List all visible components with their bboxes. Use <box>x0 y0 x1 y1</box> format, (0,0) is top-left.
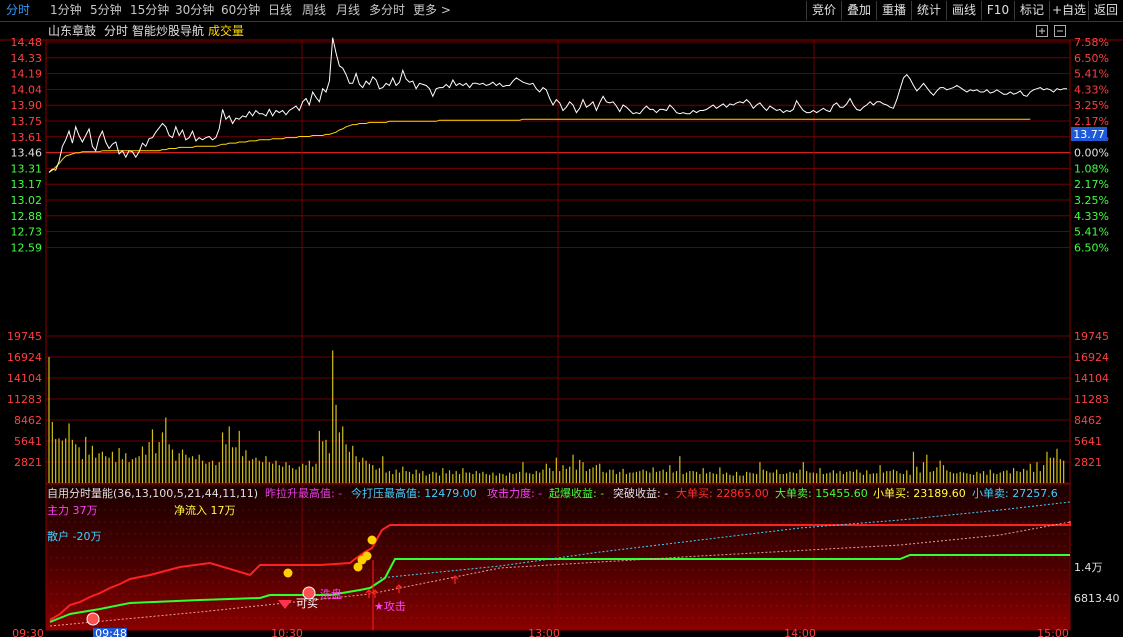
time-tick-label: 10:30 <box>271 627 303 637</box>
time-tick-label: 09:30 <box>12 627 44 637</box>
price-tick-label: 13.17 <box>11 178 43 191</box>
indicator-field: 小单卖: 27257.6 <box>972 487 1058 500</box>
signal-dot <box>362 551 372 561</box>
indicator-field: 突破收益: - <box>613 486 668 500</box>
percent-tick-label: 7.58% <box>1074 36 1109 49</box>
indicator-title: 自用分时量能(36,13,100,5,21,44,11,11) <box>47 486 258 500</box>
indicator-field: 大单买: 22865.00 <box>676 486 769 500</box>
indicator-field: 大单卖: 15455.60 <box>775 486 868 500</box>
price-tick-label: 14.33 <box>11 52 43 65</box>
percent-tick-label: 4.33% <box>1074 210 1109 223</box>
percent-tick-label: 6.50% <box>1074 52 1109 65</box>
signal-dot <box>367 535 377 545</box>
price-tick-label: 13.31 <box>11 162 43 175</box>
volume-tick-label: 2821 <box>14 456 42 469</box>
percent-tick-label: 5.41% <box>1074 226 1109 239</box>
percent-tick-label: 5.41% <box>1074 68 1109 81</box>
price-tick-label: 13.75 <box>11 115 43 128</box>
percent-tick-label: 1.08% <box>1074 162 1109 175</box>
volume-tick-label: 5641 <box>14 435 42 448</box>
indicator-field: 昨拉升最高值: - <box>265 486 342 500</box>
percent-tick-label: 2.17% <box>1074 178 1109 191</box>
percent-tick-label: 3.25% <box>1074 194 1109 207</box>
indicator-field: 小单买: 23189.60 <box>873 487 966 500</box>
intraday-chart: 自用分时量能(36,13,100,5,21,44,11,11) 昨拉升最高值: -… <box>0 36 1123 637</box>
signal-dot <box>283 568 293 578</box>
percent-tick-label: 6.50% <box>1074 241 1109 254</box>
volume-tick-label: 8462 <box>1074 414 1102 427</box>
average-price-line <box>48 118 1031 173</box>
time-tick-label: 15:00 <box>1037 627 1069 637</box>
percent-tick-label: 2.17% <box>1074 115 1109 128</box>
time-tick-label: 14:00 <box>784 627 816 637</box>
price-tick-label: 14.19 <box>11 68 43 81</box>
percent-tick-label: 4.33% <box>1074 83 1109 96</box>
volume-tick-label: 11283 <box>7 393 42 406</box>
price-tick-label: 14.04 <box>11 83 43 96</box>
time-tick-label: 13:00 <box>528 627 560 637</box>
volume-tick-label: 2821 <box>1074 456 1102 469</box>
percent-tick-label: 0.00% <box>1074 147 1109 160</box>
indicator-field: 起爆收益: - <box>549 486 604 500</box>
net-inflow-label: 净流入 17万 <box>174 503 236 517</box>
price-tick-label: 13.02 <box>11 194 43 207</box>
volume-tick-label: 16924 <box>1074 351 1109 364</box>
current-price-label: 13.77 <box>1073 128 1105 141</box>
price-tick-label: 12.59 <box>11 241 43 254</box>
price-tick-label: 13.90 <box>11 99 43 112</box>
buy-ball-icon <box>86 612 100 626</box>
price-tick-label: 13.46 <box>11 147 43 160</box>
time-cursor-label: 09:48 <box>95 627 127 637</box>
volume-tick-label: 16924 <box>7 351 42 364</box>
volume-tick-label: 19745 <box>1074 330 1109 343</box>
volume-tick-label: 5641 <box>1074 435 1102 448</box>
indicator-field: 今打压最高值: 12479.00 <box>351 486 477 500</box>
volume-tick-label: 8462 <box>14 414 42 427</box>
price-tick-label: 14.48 <box>11 36 43 49</box>
price-tick-label: 12.88 <box>11 210 43 223</box>
percent-tick-label: 3.25% <box>1074 99 1109 112</box>
attack-annotation: ★攻击 <box>374 599 406 613</box>
price-tick-label: 12.73 <box>11 226 43 239</box>
volume-tick-label: 14104 <box>1074 372 1109 385</box>
main-force-label: 主力 37万 <box>47 504 98 517</box>
volume-tick-label: 14104 <box>7 372 42 385</box>
retail-label: 散户 -20万 <box>47 529 101 543</box>
price-tick-label: 13.61 <box>11 131 43 144</box>
wash-annotation: 洗盘 <box>320 587 342 601</box>
indicator-axis-top: 1.4万 <box>1074 561 1103 574</box>
volume-tick-label: 11283 <box>1074 393 1109 406</box>
volume-tick-label: 19745 <box>7 330 42 343</box>
buy-annotation: 可买 <box>296 597 318 610</box>
indicator-field: 攻击力度: - <box>487 486 542 500</box>
indicator-axis-bottom: 6813.40 <box>1074 592 1120 605</box>
